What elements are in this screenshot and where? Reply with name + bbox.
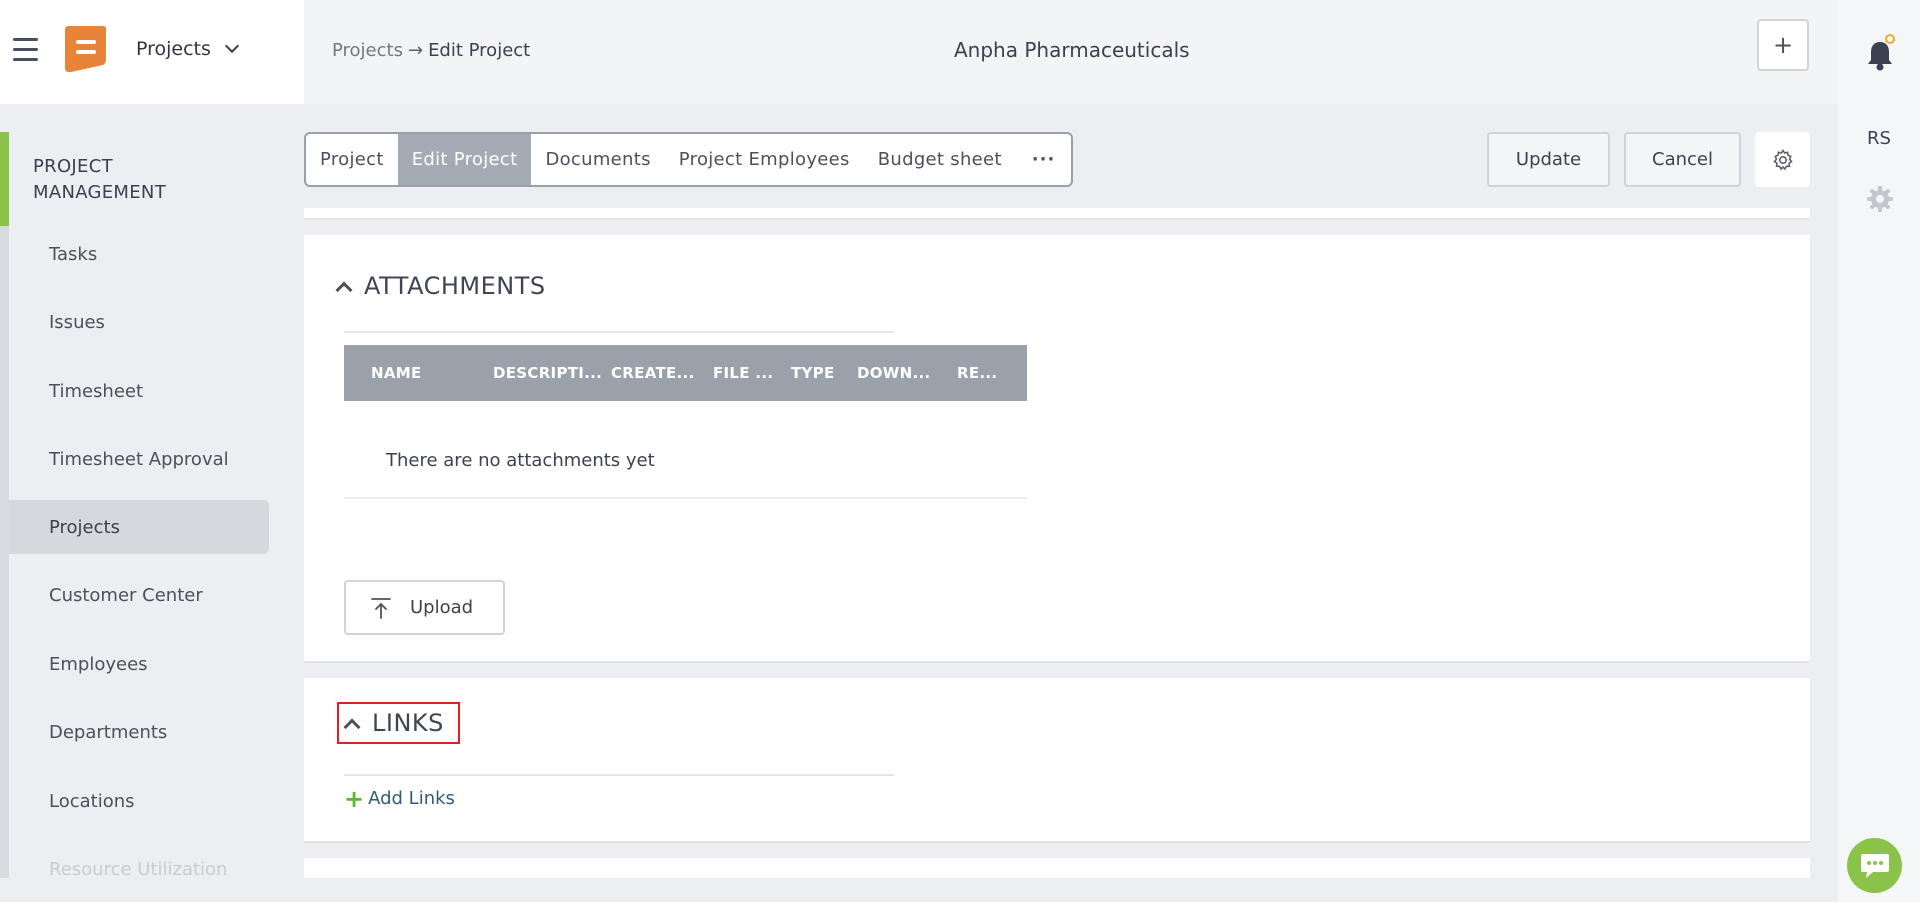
sidebar-heading: PROJECT MANAGEMENT: [33, 154, 166, 206]
attachments-divider: [344, 331, 894, 333]
sidebar-item-departments[interactable]: Departments: [9, 705, 269, 759]
next-section-edge: [304, 858, 1810, 878]
add-links-button[interactable]: + Add Links: [344, 784, 455, 813]
upload-button[interactable]: Upload: [344, 580, 505, 635]
user-avatar[interactable]: RS: [1838, 128, 1920, 149]
right-rail: RS: [1838, 0, 1920, 902]
settings-gear-icon[interactable]: [1866, 185, 1894, 213]
attachments-table-header: NAME DESCRIPTI... CREATE... FILE ... TYP…: [344, 345, 1027, 401]
sidebar-item-employees[interactable]: Employees: [9, 637, 269, 691]
links-title: LINKS: [372, 709, 444, 737]
links-divider: [344, 774, 894, 776]
sidebar-item-issues[interactable]: Issues: [9, 295, 269, 349]
sidebar-item-locations[interactable]: Locations: [9, 774, 269, 828]
column-header-description[interactable]: DESCRIPTI...: [493, 364, 611, 382]
sidebar-item-tasks[interactable]: Tasks: [9, 227, 269, 281]
sidebar-item-resource-utilization[interactable]: Resource Utilization: [9, 842, 269, 879]
sidebar-heading-line1: PROJECT: [33, 156, 113, 177]
app-logo[interactable]: [63, 24, 107, 74]
breadcrumb-current: Edit Project: [428, 40, 531, 61]
attachments-section: ATTACHMENTS NAME DESCRIPTI... CREATE... …: [304, 235, 1810, 663]
upload-icon: [371, 597, 391, 619]
chat-button[interactable]: [1847, 838, 1902, 893]
sidebar-item-projects[interactable]: Projects: [9, 500, 269, 554]
sidebar-item-customer-center[interactable]: Customer Center: [9, 568, 269, 622]
add-links-label: Add Links: [368, 788, 455, 809]
update-button[interactable]: Update: [1487, 132, 1610, 187]
app-header-left: Projects: [0, 0, 304, 104]
menu-icon[interactable]: [13, 38, 38, 64]
plus-icon: +: [344, 784, 365, 813]
upload-button-label: Upload: [410, 597, 474, 618]
tab-project[interactable]: Project: [306, 134, 398, 185]
gear-icon: [1772, 148, 1793, 170]
column-header-remove[interactable]: RE...: [957, 364, 1007, 382]
project-tabs: Project Edit Project Documents Project E…: [304, 132, 1074, 187]
sidebar-rail: [0, 226, 9, 878]
sidebar-section-accent: [0, 132, 9, 226]
sidebar-item-timesheet[interactable]: Timesheet: [9, 364, 269, 418]
tab-project-employees[interactable]: Project Employees: [665, 134, 864, 185]
links-section: LINKS + Add Links: [304, 678, 1810, 843]
attachments-table: NAME DESCRIPTI... CREATE... FILE ... TYP…: [344, 345, 1027, 401]
chevron-up-icon: [343, 718, 361, 735]
sidebar-heading-line2: MANAGEMENT: [33, 182, 166, 203]
tab-edit-project[interactable]: Edit Project: [397, 134, 532, 185]
attachments-empty-message: There are no attachments yet: [386, 450, 655, 471]
cancel-button[interactable]: Cancel: [1624, 132, 1741, 187]
sidebar-item-timesheet-approval[interactable]: Timesheet Approval: [9, 432, 269, 486]
arrow-right-icon: →: [407, 40, 424, 61]
chevron-up-icon: [335, 281, 353, 298]
module-switcher[interactable]: Projects: [136, 38, 239, 60]
app-header: Projects → Edit Project Anpha Pharmaceut…: [304, 0, 1838, 104]
sidebar: PROJECT MANAGEMENT Tasks Issues Timeshee…: [0, 104, 304, 878]
attachments-section-header[interactable]: ATTACHMENTS: [335, 267, 546, 305]
add-button[interactable]: +: [1757, 19, 1809, 71]
breadcrumb: Projects → Edit Project: [332, 40, 530, 61]
notification-bell-icon[interactable]: [1865, 34, 1895, 74]
tab-budget-sheet[interactable]: Budget sheet: [864, 134, 1016, 185]
previous-section-edge: [304, 208, 1810, 220]
attachments-title: ATTACHMENTS: [364, 272, 546, 300]
column-header-type[interactable]: TYPE: [791, 364, 857, 382]
links-section-header[interactable]: LINKS: [337, 702, 460, 744]
column-header-file-size[interactable]: FILE ...: [713, 364, 791, 382]
page-settings-button[interactable]: [1755, 132, 1810, 187]
page-title: Anpha Pharmaceuticals: [954, 38, 1190, 62]
tab-more[interactable]: ···: [1016, 134, 1072, 185]
column-header-name[interactable]: NAME: [371, 364, 493, 382]
column-header-download[interactable]: DOWN...: [857, 364, 957, 382]
chat-bubble-icon: [1860, 853, 1889, 878]
column-header-created[interactable]: CREATE...: [611, 364, 713, 382]
attachments-table-bottom-border: [344, 497, 1027, 499]
breadcrumb-projects-link[interactable]: Projects: [332, 40, 403, 61]
chevron-down-icon: [224, 38, 239, 54]
tab-documents[interactable]: Documents: [531, 134, 664, 185]
module-switcher-label: Projects: [136, 38, 211, 60]
